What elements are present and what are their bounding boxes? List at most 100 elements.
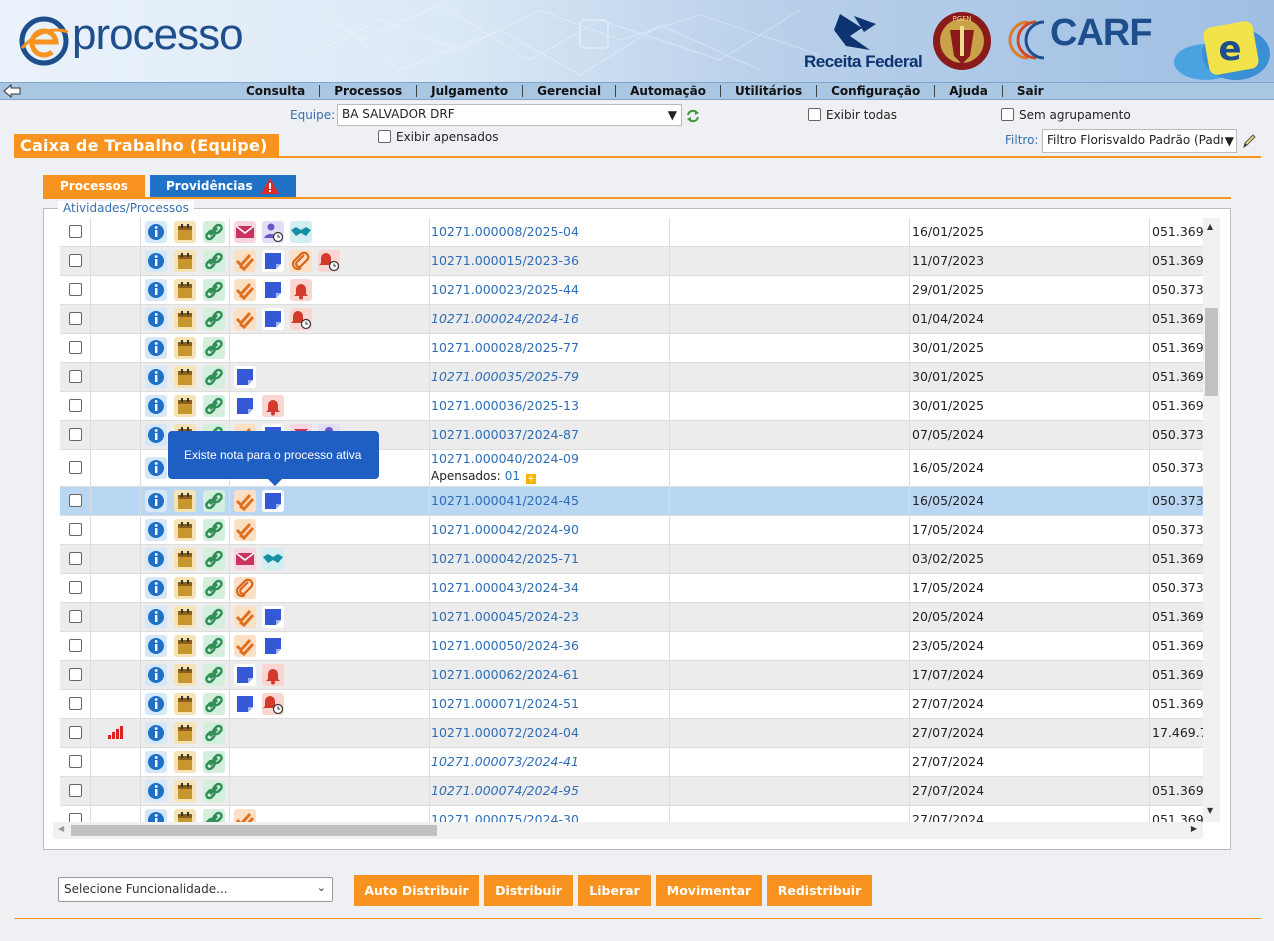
equipe-select[interactable]: BA SALVADOR DRF ▼ [337, 104, 682, 126]
scroll-down-icon[interactable]: ▼ [1207, 806, 1213, 815]
clip-icon[interactable] [290, 250, 312, 272]
row-checkbox[interactable] [69, 370, 82, 383]
link-icon[interactable] [203, 780, 225, 802]
link-icon[interactable] [203, 809, 225, 822]
expand-plus-icon[interactable]: + [525, 474, 536, 484]
process-number-link[interactable]: 10271.000037/2024-87 [431, 427, 579, 442]
process-number-link[interactable]: 10271.000035/2025-79 [431, 369, 579, 384]
info-icon[interactable] [145, 424, 167, 446]
info-icon[interactable] [145, 751, 167, 773]
info-icon[interactable] [145, 664, 167, 686]
mail-icon[interactable] [234, 548, 256, 570]
note-icon[interactable] [262, 250, 284, 272]
info-icon[interactable] [145, 395, 167, 417]
info-icon[interactable] [145, 780, 167, 802]
row-checkbox[interactable] [69, 341, 82, 354]
filtro-select[interactable]: Filtro Florisvaldo Padrão (Padr ▼ [1042, 129, 1237, 153]
clip-icon[interactable] [234, 577, 256, 599]
table-row[interactable]: 10271.000008/2025-04 16/01/2025 051.369 [60, 218, 1203, 247]
calendar-icon[interactable] [174, 780, 196, 802]
link-icon[interactable] [203, 250, 225, 272]
process-number-link[interactable]: 10271.000050/2024-36 [431, 638, 579, 653]
info-icon[interactable] [145, 337, 167, 359]
scroll-thumb[interactable] [1205, 308, 1218, 396]
link-icon[interactable] [203, 395, 225, 417]
table-row[interactable]: 10271.000024/2024-16 01/04/2024 051.369 [60, 305, 1203, 334]
calendar-icon[interactable] [174, 519, 196, 541]
handshake-icon[interactable] [262, 548, 284, 570]
row-checkbox[interactable] [69, 494, 82, 507]
row-checkbox[interactable] [69, 639, 82, 652]
link-icon[interactable] [203, 635, 225, 657]
row-checkbox[interactable] [69, 428, 82, 441]
horizontal-scrollbar[interactable]: ◀ ▶ [53, 822, 1203, 839]
table-row[interactable]: 10271.000036/2025-13 30/01/2025 051.369 [60, 392, 1203, 421]
calendar-icon[interactable] [174, 809, 196, 822]
tab-processos[interactable]: Processos [43, 175, 145, 197]
process-number-link[interactable]: 10271.000040/2024-09 [431, 451, 579, 466]
calendar-icon[interactable] [174, 577, 196, 599]
bell-clock-icon[interactable] [290, 308, 312, 330]
check-icon[interactable] [234, 519, 256, 541]
row-checkbox[interactable] [69, 581, 82, 594]
table-row[interactable]: 10271.000042/2024-90 17/05/2024 050.373 [60, 516, 1203, 545]
link-icon[interactable] [203, 279, 225, 301]
table-row[interactable]: 10271.000072/2024-04 27/07/2024 17.469.7 [60, 719, 1203, 748]
calendar-icon[interactable] [174, 693, 196, 715]
process-number-link[interactable]: 10271.000008/2025-04 [431, 224, 579, 239]
process-number-link[interactable]: 10271.000072/2024-04 [431, 725, 579, 740]
row-checkbox[interactable] [69, 610, 82, 623]
back-arrow-icon[interactable] [2, 83, 22, 99]
scroll-up-icon[interactable]: ▲ [1207, 222, 1213, 231]
table-row[interactable]: 10271.000042/2025-71 03/02/2025 051.369 [60, 545, 1203, 574]
info-icon[interactable] [145, 606, 167, 628]
calendar-icon[interactable] [174, 250, 196, 272]
bell-icon[interactable] [262, 395, 284, 417]
calendar-icon[interactable] [174, 395, 196, 417]
note-icon[interactable] [262, 606, 284, 628]
table-row[interactable]: 10271.000062/2024-61 17/07/2024 051.369 [60, 661, 1203, 690]
checkbox-box[interactable] [808, 108, 821, 121]
process-number-link[interactable]: 10271.000036/2025-13 [431, 398, 579, 413]
note-icon[interactable] [234, 366, 256, 388]
process-number-link[interactable]: 10271.000015/2023-36 [431, 253, 579, 268]
exibir-todas-checkbox[interactable]: Exibir todas [808, 108, 897, 122]
note-icon[interactable] [234, 395, 256, 417]
info-icon[interactable] [145, 366, 167, 388]
link-icon[interactable] [203, 490, 225, 512]
scroll-thumb[interactable] [71, 825, 437, 836]
funcionalidade-select[interactable]: Selecione Funcionalidade... ⌄ [58, 877, 333, 902]
info-icon[interactable] [145, 635, 167, 657]
info-icon[interactable] [145, 308, 167, 330]
calendar-icon[interactable] [174, 635, 196, 657]
process-number-link[interactable]: 10271.000023/2025-44 [431, 282, 579, 297]
process-number-link[interactable]: 10271.000062/2024-61 [431, 667, 579, 682]
bell-clock-icon[interactable] [318, 250, 340, 272]
row-checkbox[interactable] [69, 283, 82, 296]
note-icon[interactable] [262, 279, 284, 301]
process-number-link[interactable]: 10271.000045/2024-23 [431, 609, 579, 624]
row-checkbox[interactable] [69, 523, 82, 536]
auto-distribuir-button[interactable]: Auto Distribuir [354, 875, 479, 906]
menu-ajuda[interactable]: Ajuda [935, 85, 1003, 97]
check-icon[interactable] [234, 809, 256, 822]
handshake-icon[interactable] [290, 221, 312, 243]
table-row[interactable]: 10271.000041/2024-45 16/05/2024 050.373 [60, 487, 1203, 516]
calendar-icon[interactable] [174, 221, 196, 243]
row-checkbox[interactable] [69, 254, 82, 267]
edit-pencil-icon[interactable] [1241, 132, 1257, 150]
menu-utilitarios[interactable]: Utilitários [721, 85, 818, 97]
check-icon[interactable] [234, 490, 256, 512]
checkbox-box[interactable] [1001, 108, 1014, 121]
table-row[interactable]: 10271.000043/2024-34 17/05/2024 050.373 [60, 574, 1203, 603]
table-row[interactable]: 10271.000028/2025-77 30/01/2025 051.369 [60, 334, 1203, 363]
table-row[interactable]: 10271.000071/2024-51 27/07/2024 051.369 [60, 690, 1203, 719]
note-icon[interactable] [234, 693, 256, 715]
note-icon[interactable] [234, 664, 256, 686]
check-icon[interactable] [234, 635, 256, 657]
process-number-link[interactable]: 10271.000024/2024-16 [431, 311, 579, 326]
person-clock-icon[interactable] [262, 221, 284, 243]
calendar-icon[interactable] [174, 308, 196, 330]
link-icon[interactable] [203, 548, 225, 570]
info-icon[interactable] [145, 722, 167, 744]
